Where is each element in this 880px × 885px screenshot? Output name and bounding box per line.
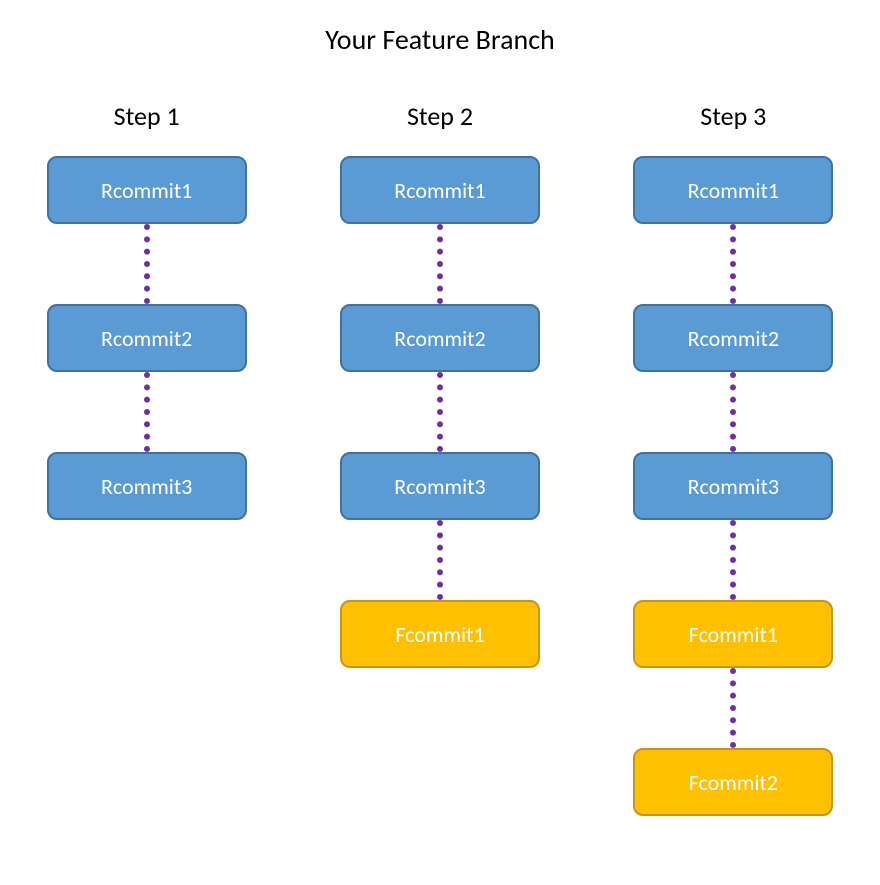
commit-node: Rcommit3 (633, 452, 833, 520)
commit-node: Fcommit1 (340, 600, 540, 668)
commit-node: Fcommit2 (633, 748, 833, 816)
connector-line (730, 520, 736, 600)
diagram-canvas: Your Feature Branch Step 1 Rcommit1 Rcom… (0, 0, 880, 885)
connector-line (437, 224, 443, 304)
commit-node: Fcommit1 (633, 600, 833, 668)
commit-node: Rcommit1 (47, 156, 247, 224)
commit-node: Rcommit2 (340, 304, 540, 372)
diagram-title: Your Feature Branch (0, 22, 880, 57)
commit-node: Rcommit1 (633, 156, 833, 224)
commit-node: Rcommit2 (633, 304, 833, 372)
commit-node: Rcommit1 (340, 156, 540, 224)
connector-line (730, 668, 736, 748)
step-label: Step 3 (700, 100, 766, 132)
column-step-2: Step 2 Rcommit1 Rcommit2 Rcommit3 Fcommi… (310, 100, 570, 816)
commit-node: Rcommit3 (47, 452, 247, 520)
diagram-columns: Step 1 Rcommit1 Rcommit2 Rcommit3 Step 2… (0, 100, 880, 816)
commit-node: Rcommit2 (47, 304, 247, 372)
connector-line (437, 520, 443, 600)
step-label: Step 2 (407, 100, 473, 132)
commit-node: Rcommit3 (340, 452, 540, 520)
step-label: Step 1 (114, 100, 180, 132)
connector-line (437, 372, 443, 452)
connector-line (144, 224, 150, 304)
column-step-1: Step 1 Rcommit1 Rcommit2 Rcommit3 (17, 100, 277, 816)
connector-line (730, 224, 736, 304)
connector-line (144, 372, 150, 452)
column-step-3: Step 3 Rcommit1 Rcommit2 Rcommit3 Fcommi… (603, 100, 863, 816)
connector-line (730, 372, 736, 452)
